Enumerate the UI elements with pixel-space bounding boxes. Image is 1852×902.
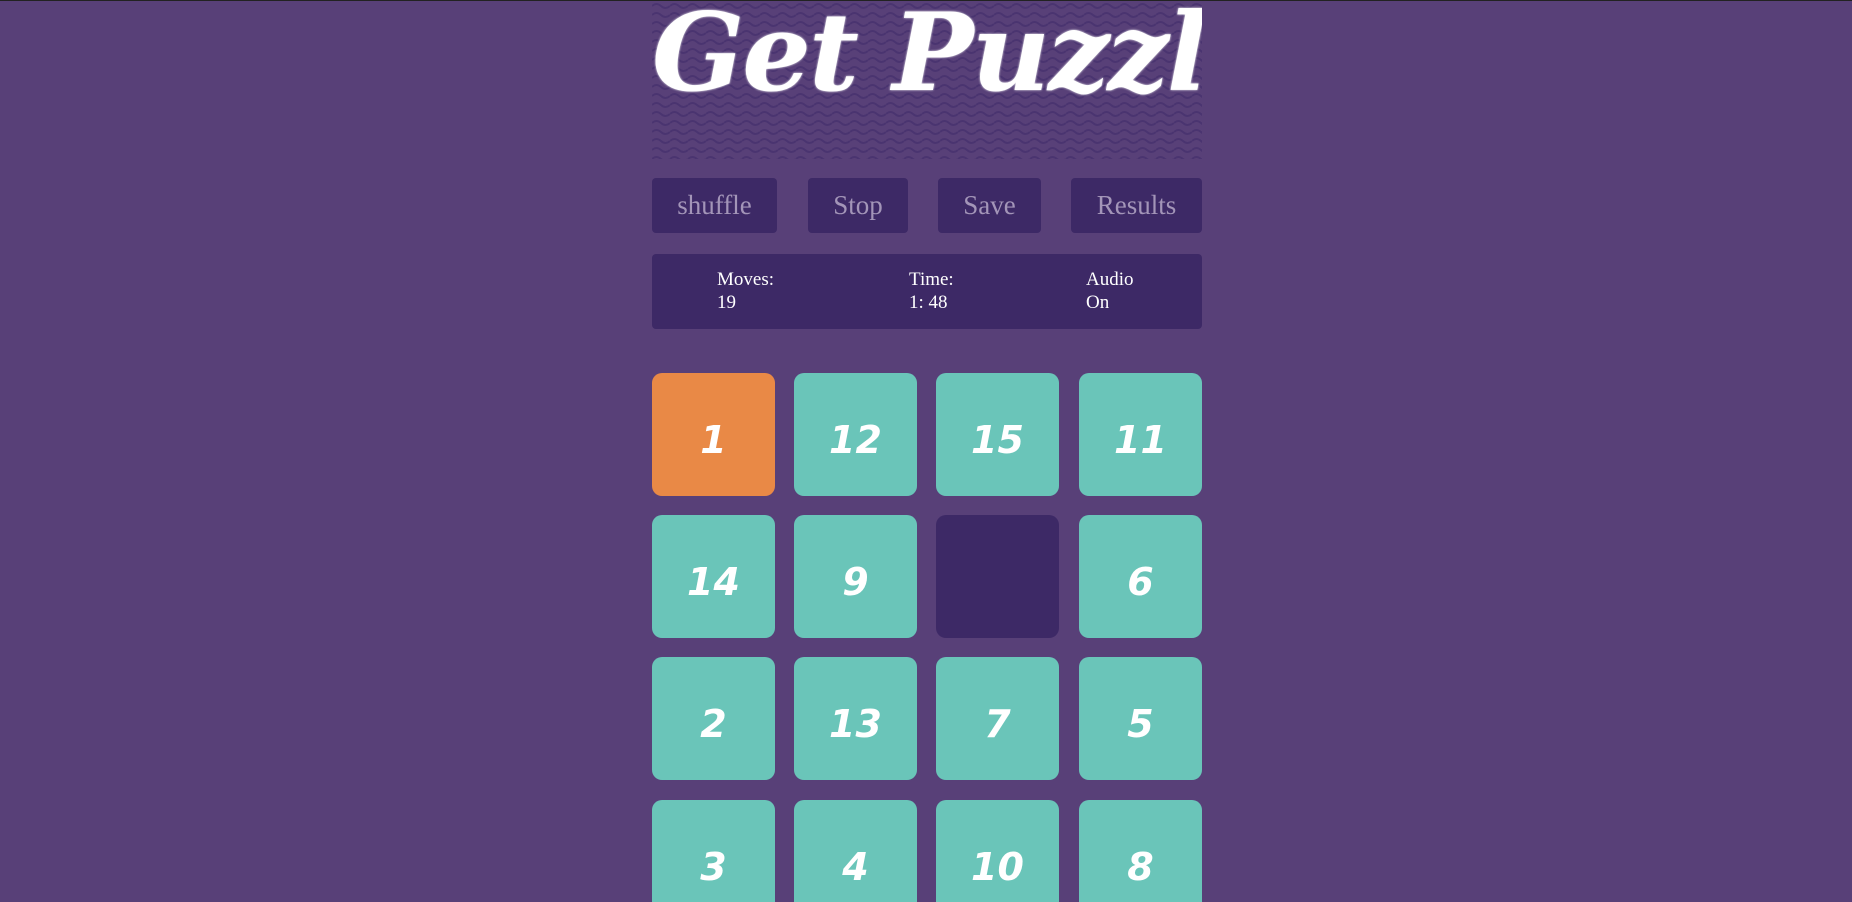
empty-tile: [936, 515, 1059, 638]
tile-1[interactable]: 1: [652, 373, 775, 496]
audio-label: Audio: [1086, 269, 1134, 290]
stop-button[interactable]: Stop: [808, 178, 908, 233]
game-title: Get Puzzle: [652, 1, 1202, 116]
header: Get Puzzle: [652, 1, 1202, 159]
results-button[interactable]: Results: [1071, 178, 1202, 233]
audio-toggle[interactable]: Audio On: [1086, 268, 1134, 314]
tile-7[interactable]: 7: [936, 657, 1059, 780]
control-bar: shuffle Stop Save Results: [652, 178, 1202, 233]
time-value: 1: 48: [909, 292, 948, 313]
moves-value: 19: [717, 292, 736, 313]
time-label: Time:: [909, 269, 954, 290]
time-stat: Time: 1: 48: [909, 268, 954, 314]
moves-label: Moves:: [717, 269, 774, 290]
audio-value: On: [1086, 292, 1110, 313]
save-button[interactable]: Save: [938, 178, 1041, 233]
tile-9[interactable]: 9: [794, 515, 917, 638]
tile-4[interactable]: 4: [794, 800, 917, 902]
tile-15[interactable]: 15: [936, 373, 1059, 496]
shuffle-button[interactable]: shuffle: [652, 178, 777, 233]
stats-panel: Moves: 19 Time: 1: 48 Audio On: [652, 254, 1202, 329]
tile-14[interactable]: 14: [652, 515, 775, 638]
game-container: Get Puzzle shuffle Stop Save Results Mov…: [652, 1, 1202, 902]
puzzle-board: 1 12 15 11 14 9 6 2 13 7 5 3 4 10 8: [652, 373, 1202, 902]
tile-10[interactable]: 10: [936, 800, 1059, 902]
tile-8[interactable]: 8: [1079, 800, 1202, 902]
tile-5[interactable]: 5: [1079, 657, 1202, 780]
tile-13[interactable]: 13: [794, 657, 917, 780]
tile-6[interactable]: 6: [1079, 515, 1202, 638]
tile-12[interactable]: 12: [794, 373, 917, 496]
tile-3[interactable]: 3: [652, 800, 775, 902]
tile-11[interactable]: 11: [1079, 373, 1202, 496]
moves-stat: Moves: 19: [717, 268, 774, 314]
tile-2[interactable]: 2: [652, 657, 775, 780]
